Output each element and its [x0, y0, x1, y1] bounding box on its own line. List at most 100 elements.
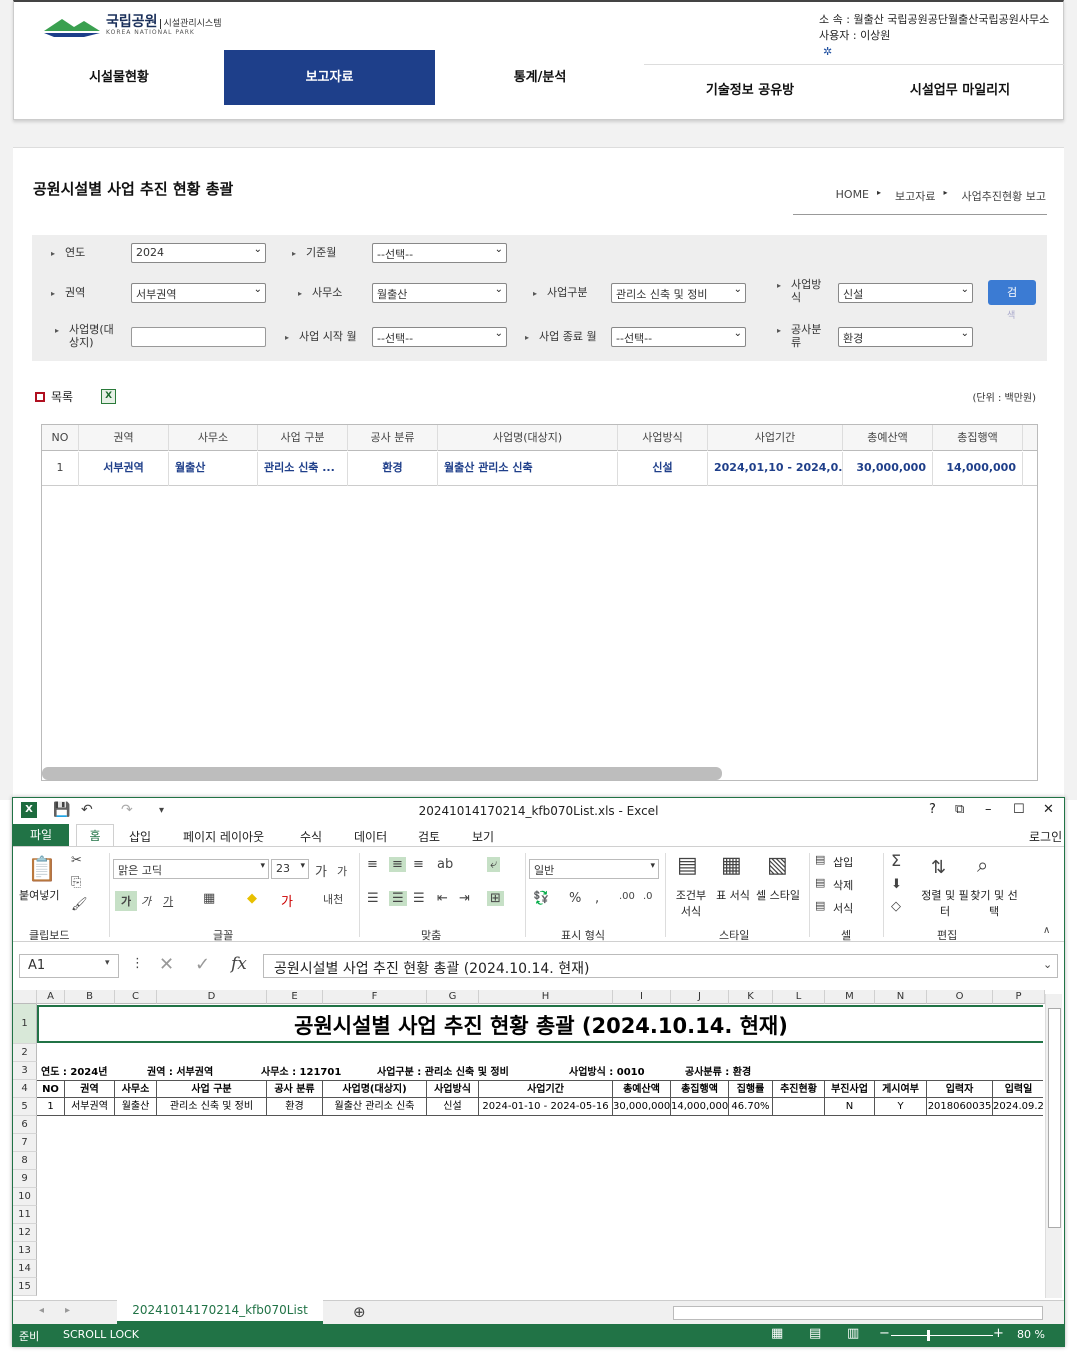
horizontal-scrollbar[interactable]: [673, 1306, 1043, 1320]
sheet-tab[interactable]: 20241014170214_kfb070List: [117, 1300, 323, 1324]
table-cell[interactable]: 30,000,000: [613, 1098, 671, 1116]
chevron-down-icon[interactable]: ▾: [105, 958, 110, 968]
row-header[interactable]: 2: [13, 1044, 37, 1062]
excel-download-icon[interactable]: X: [101, 389, 117, 404]
table-cell[interactable]: 46.70%: [729, 1098, 773, 1116]
insert-cells-icon[interactable]: ▤: [815, 853, 825, 866]
tab-insert[interactable]: 삽입: [129, 828, 151, 845]
header-cell[interactable]: 사업기간: [479, 1080, 613, 1098]
ribbon-display-icon[interactable]: ⧉: [955, 802, 964, 817]
conditional-format-icon[interactable]: ▤: [677, 853, 698, 878]
tab-page-layout[interactable]: 페이지 레이아웃: [183, 828, 264, 845]
phonetic-icon[interactable]: 내천: [323, 891, 343, 907]
grid-col-header[interactable]: 총집행액: [933, 425, 1023, 451]
expand-formula-icon[interactable]: ⌄: [1043, 958, 1052, 971]
header-cell[interactable]: 사업 구분: [157, 1080, 267, 1098]
select-all[interactable]: [13, 990, 37, 1004]
header-cell[interactable]: 게시여부: [875, 1080, 927, 1098]
column-header[interactable]: K: [729, 990, 773, 1004]
function-icon[interactable]: fx: [231, 954, 247, 974]
format-cells-icon[interactable]: ▤: [815, 899, 825, 912]
nav-facility[interactable]: 시설물현황: [14, 50, 224, 105]
fill-color-icon[interactable]: ◆: [247, 891, 257, 906]
page-layout-view-icon[interactable]: ▤: [809, 1326, 821, 1341]
grid-col-header[interactable]: 사업방식: [618, 425, 708, 451]
orientation-icon[interactable]: ab: [437, 857, 453, 872]
column-header[interactable]: F: [323, 990, 427, 1004]
table-cell[interactable]: N: [825, 1098, 875, 1116]
nav-mileage[interactable]: 시설업무 마일리지: [855, 66, 1065, 116]
column-header[interactable]: O: [927, 990, 993, 1004]
header-cell[interactable]: 집행률: [729, 1080, 773, 1098]
info-cell[interactable]: 공사분류 : 환경: [685, 1063, 751, 1078]
table-cell[interactable]: 월출산 관리소 신축: [323, 1098, 427, 1116]
column-header[interactable]: D: [157, 990, 267, 1004]
grid-col-header[interactable]: 사무소: [169, 425, 258, 451]
grid-col-header[interactable]: 공사 분류: [348, 425, 438, 451]
header-cell[interactable]: NO: [37, 1080, 65, 1098]
row-header[interactable]: 9: [13, 1170, 37, 1188]
fill-icon[interactable]: ⬇: [891, 877, 902, 892]
row-header[interactable]: 8: [13, 1152, 37, 1170]
row-header[interactable]: 13: [13, 1242, 37, 1260]
zoom-level[interactable]: 80 %: [1017, 1328, 1045, 1341]
decrease-indent-icon[interactable]: ⇤: [437, 891, 448, 906]
bizname-input[interactable]: [131, 327, 266, 347]
table-cell[interactable]: 14,000,000: [671, 1098, 729, 1116]
breadcrumb-reports[interactable]: 보고자료: [895, 188, 935, 204]
nav-reports[interactable]: 보고자료: [224, 50, 435, 105]
table-cell[interactable]: Y: [875, 1098, 927, 1116]
enter-icon[interactable]: ✓: [195, 954, 210, 975]
font-name-select[interactable]: 맑은 고딕 ▾: [113, 859, 269, 879]
cond-format-label[interactable]: 조건부 서식: [671, 887, 711, 919]
method-select[interactable]: 신설 ⌄: [838, 283, 973, 303]
tab-file[interactable]: 파일: [13, 824, 69, 846]
tab-home[interactable]: 홈: [76, 824, 114, 848]
add-sheet-icon[interactable]: ⊕: [353, 1303, 366, 1321]
info-cell[interactable]: 사업방식 : 0010: [569, 1063, 645, 1078]
normal-view-icon[interactable]: ▦: [771, 1326, 783, 1341]
font-color-icon[interactable]: 가: [281, 891, 293, 910]
paste-label[interactable]: 붙여넣기: [19, 887, 59, 903]
next-sheet-icon[interactable]: ▸: [65, 1305, 70, 1316]
decrease-decimal-icon[interactable]: .0: [643, 891, 653, 902]
table-cell[interactable]: 관리소 신축 및 정비: [157, 1098, 267, 1116]
grid-col-header[interactable]: 사업명(대상지): [438, 425, 618, 451]
row-header[interactable]: 5: [13, 1098, 37, 1116]
maximize-icon[interactable]: ☐: [1013, 802, 1025, 817]
region-select[interactable]: 서부권역 ⌄: [131, 283, 266, 303]
header-cell[interactable]: 입력일: [993, 1080, 1043, 1098]
header-cell[interactable]: 총집행액: [671, 1080, 729, 1098]
header-cell[interactable]: 사업명(대상지): [323, 1080, 427, 1098]
startmonth-select[interactable]: --선택-- ⌄: [372, 327, 507, 347]
search-button[interactable]: 검: [988, 280, 1036, 305]
info-cell[interactable]: 권역 : 서부권역: [147, 1063, 213, 1078]
info-cell[interactable]: 연도 : 2024년: [41, 1063, 107, 1078]
column-header[interactable]: I: [613, 990, 671, 1004]
paste-icon[interactable]: 📋: [27, 855, 57, 883]
zoom-slider[interactable]: [891, 1335, 993, 1336]
insert-cells-label[interactable]: 삽입: [833, 854, 853, 870]
column-header[interactable]: B: [65, 990, 115, 1004]
align-bottom-icon[interactable]: ≡: [413, 857, 424, 872]
header-cell[interactable]: 부진사업: [825, 1080, 875, 1098]
logo[interactable]: 국립공원 시설관리시스템 KOREA NATIONAL PARK: [44, 12, 222, 38]
cancel-icon[interactable]: ✕: [159, 954, 174, 975]
number-format-select[interactable]: 일반 ▾: [529, 859, 659, 879]
sheet-title-cell[interactable]: 공원시설별 사업 추진 현황 총괄 (2024.10.14. 현재): [37, 1005, 1043, 1043]
align-right-icon[interactable]: ☰: [413, 891, 425, 906]
column-header[interactable]: J: [671, 990, 729, 1004]
table-cell[interactable]: 서부권역: [65, 1098, 115, 1116]
table-cell[interactable]: 월출산: [115, 1098, 157, 1116]
sort-filter-label[interactable]: 정렬 및 필터: [919, 887, 971, 919]
border-icon[interactable]: ▦: [203, 891, 215, 906]
wrap-text-icon[interactable]: ⤶: [487, 857, 501, 872]
header-cell[interactable]: 총예산액: [613, 1080, 671, 1098]
row-header[interactable]: 4: [13, 1080, 37, 1098]
row-header[interactable]: 14: [13, 1260, 37, 1278]
year-select[interactable]: 2024 ⌄: [131, 243, 266, 263]
row-header[interactable]: 15: [13, 1278, 37, 1296]
table-row[interactable]: 1 서부권역 월출산 관리소 신축 ... 환경 월출산 관리소 신축 신설 2…: [42, 452, 1037, 486]
basemonth-select[interactable]: --선택-- ⌄: [372, 243, 507, 263]
cell-style-label[interactable]: 셀 스타일: [755, 887, 801, 903]
